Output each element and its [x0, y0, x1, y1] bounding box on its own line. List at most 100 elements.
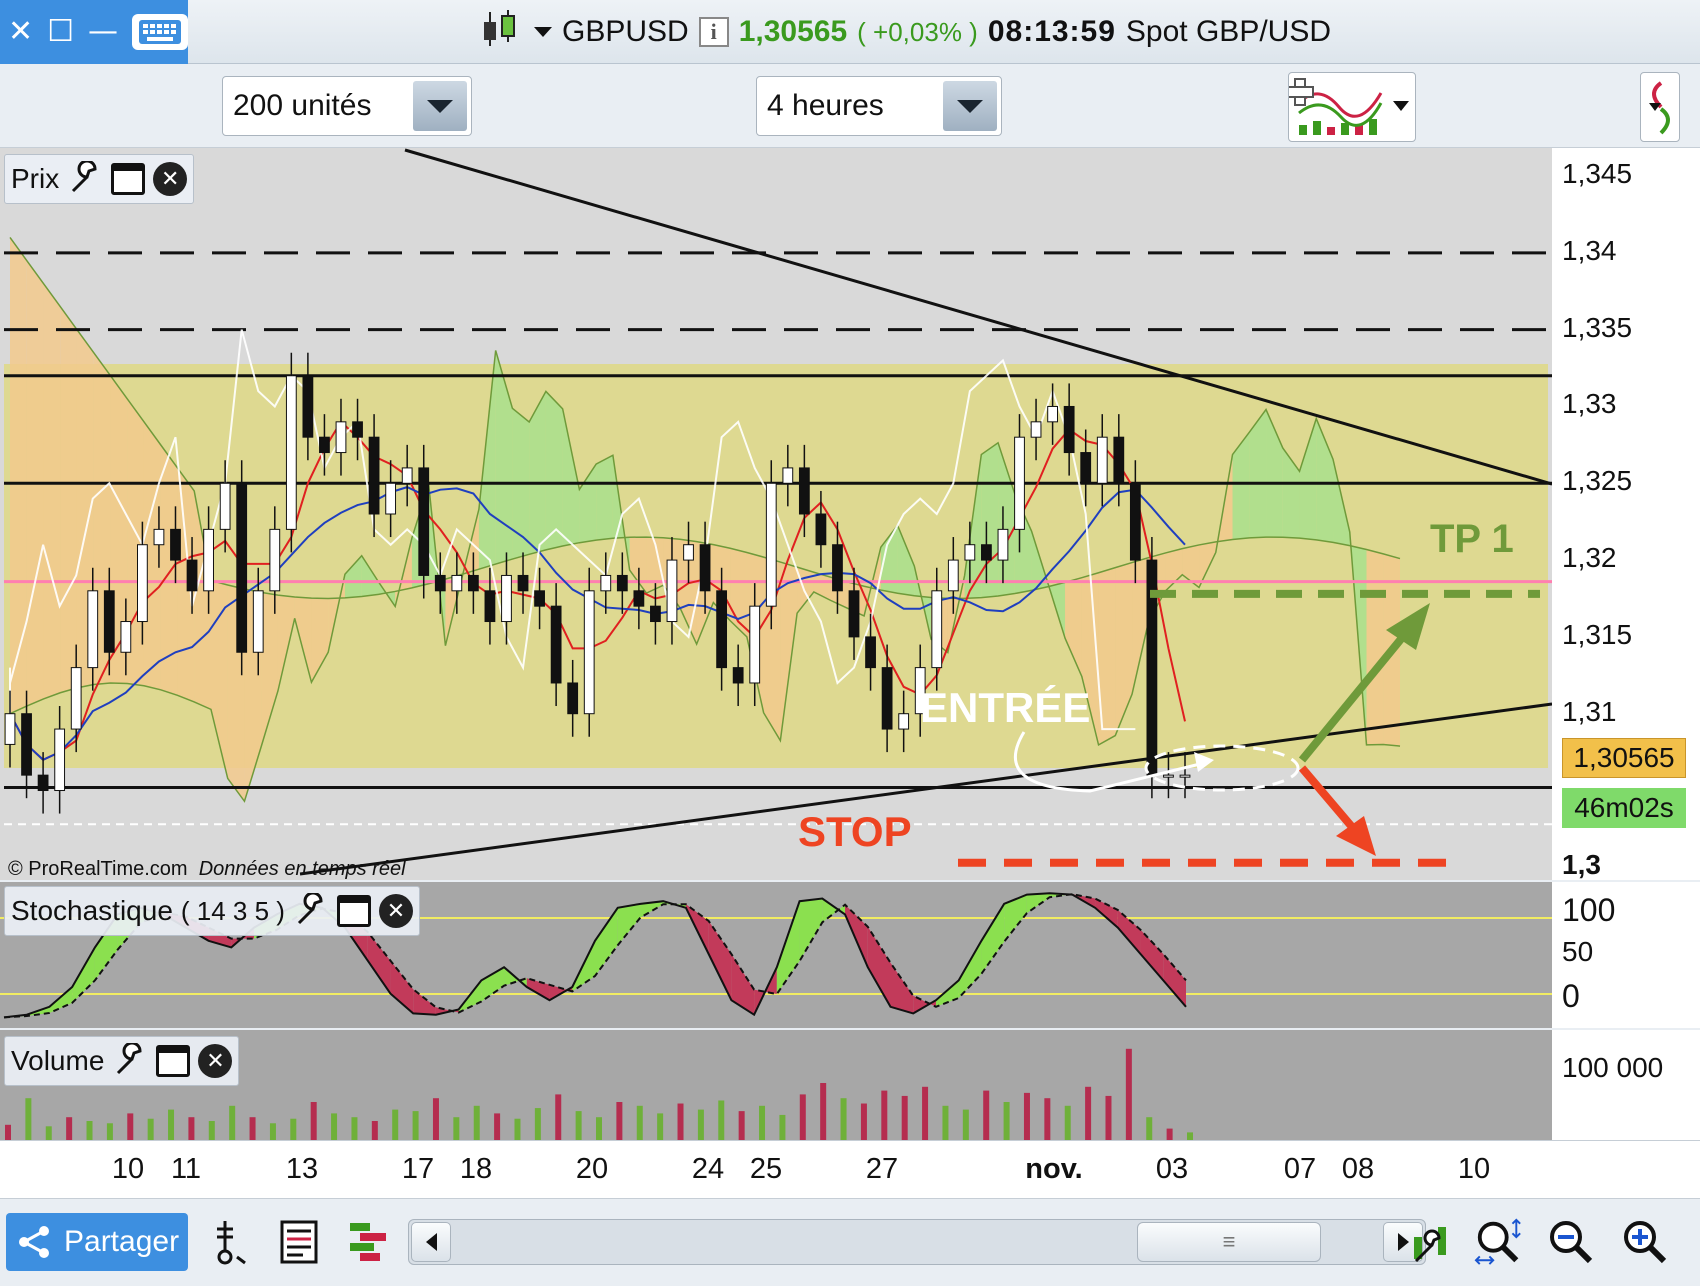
wrench-icon[interactable] [293, 893, 329, 929]
stochastic-title: Stochastique [11, 895, 173, 926]
volume-axis: 100 000 [1552, 1030, 1700, 1140]
symbol-name[interactable]: GBPUSD [562, 15, 689, 49]
date-tick: 07 [1283, 1153, 1317, 1185]
maximize-window-icon[interactable]: ☐ [47, 17, 74, 47]
scroll-thumb[interactable]: ≡ [1137, 1222, 1321, 1262]
close-icon[interactable]: ✕ [378, 894, 413, 928]
volume-bar [779, 1114, 786, 1140]
volume-bar [677, 1103, 684, 1140]
volume-bar [351, 1117, 358, 1140]
volume-bar [1003, 1102, 1010, 1140]
date-tick: 27 [865, 1153, 899, 1185]
volume-bar [5, 1124, 11, 1140]
volume-bar [840, 1098, 847, 1140]
volume-bar [208, 1121, 215, 1140]
close-icon[interactable]: ✕ [153, 162, 188, 196]
candle-body [782, 467, 794, 484]
kumo-segment [43, 283, 61, 699]
candle-body [269, 528, 281, 592]
clock-time: 08:13:59 [987, 15, 1116, 48]
chevron-down-icon[interactable] [413, 81, 467, 131]
candle-body [517, 574, 529, 592]
share-button[interactable]: Partager [6, 1213, 188, 1271]
wrench-icon[interactable] [112, 1043, 148, 1079]
watermark-brand: © ProRealTime.com [8, 858, 188, 880]
candle-body [302, 375, 314, 438]
horizontal-scrollbar[interactable]: ≡ [408, 1219, 1426, 1265]
share-icon [19, 1226, 49, 1258]
close-window-icon[interactable]: ✕ [8, 17, 33, 47]
candle-body [683, 544, 694, 561]
candle-body [285, 375, 297, 530]
minimize-window-icon[interactable]: — [88, 17, 118, 47]
close-icon[interactable]: ✕ [198, 1044, 233, 1078]
window-controls: ✕ ☐ — [0, 0, 188, 64]
stochastic-params: ( 14 3 5 ) [180, 895, 285, 926]
date-axis[interactable]: 10 11 13 17 18 20 24 25 27 nov. 03 07 08 10 [0, 1140, 1552, 1198]
cursor-tool-icon[interactable] [204, 1217, 254, 1267]
wrench-icon[interactable] [67, 161, 103, 197]
candle-body [1163, 774, 1174, 778]
candle-body [21, 713, 32, 776]
volume-bar [799, 1094, 806, 1140]
order-list-icon[interactable] [274, 1217, 324, 1267]
indicator-chart-icon [1286, 78, 1409, 135]
candle-body [1030, 421, 1042, 438]
candle-body [335, 421, 347, 454]
volume-bar [555, 1094, 562, 1140]
candle-body [385, 482, 397, 515]
volume-bar [820, 1083, 827, 1140]
refresh-arrows-icon[interactable] [1640, 72, 1680, 142]
candle-body [898, 713, 910, 730]
info-icon[interactable]: i [698, 17, 729, 47]
window-icon[interactable] [336, 895, 371, 927]
volume-bar [371, 1121, 378, 1140]
candle-body [120, 621, 132, 653]
chart-settings-icon[interactable] [1406, 1217, 1456, 1267]
candle-body [368, 436, 380, 515]
symbol-dropdown-icon[interactable] [534, 27, 552, 37]
scroll-left-icon[interactable] [411, 1222, 451, 1262]
share-label: Partager [64, 1225, 180, 1258]
candle-body [153, 528, 165, 546]
units-select[interactable]: 200 unités [222, 76, 472, 136]
order-book-icon[interactable] [344, 1217, 394, 1267]
volume-bar [759, 1105, 766, 1140]
instrument-header: GBPUSD i 1,30565 ( +0,03% ) 08:13:59 Spo… [480, 10, 1331, 54]
candle-body [534, 590, 545, 607]
candle-body [136, 544, 148, 623]
volume-bar [290, 1118, 297, 1140]
candle-body [633, 590, 645, 607]
stochastic-panel-header: Stochastique ( 14 3 5 ) ✕ [4, 886, 420, 936]
volume-bar [1023, 1092, 1030, 1140]
candlestick-icon[interactable] [480, 8, 524, 56]
volume-bar [229, 1105, 236, 1140]
keyboard-icon[interactable] [132, 14, 188, 50]
candle-body [881, 667, 893, 730]
window-icon[interactable] [156, 1045, 191, 1077]
candle-body [732, 667, 744, 684]
date-tick: 18 [459, 1153, 493, 1185]
add-indicator-button[interactable] [1286, 72, 1416, 142]
watermark: © ProRealTime.com Données en temps réel [8, 858, 406, 881]
price-chart[interactable]: ENTRÉE STOP TP 1 [0, 148, 1552, 880]
zoom-out-icon[interactable] [1546, 1217, 1596, 1267]
timeframe-select[interactable]: 4 heures [756, 76, 1002, 136]
bottom-toolbar: Partager ≡ [0, 1198, 1700, 1286]
volume-bar [616, 1102, 623, 1140]
zoom-in-icon[interactable] [1620, 1217, 1670, 1267]
volume-bar [575, 1111, 582, 1140]
volume-panel-header: Volume ✕ [4, 1036, 240, 1086]
volume-bar [1064, 1105, 1071, 1140]
volume-bar [412, 1111, 419, 1140]
stop-label: STOP [798, 808, 912, 855]
volume-bar [962, 1109, 969, 1140]
price-tick: 1,345 [1562, 158, 1633, 190]
price-tick: 1,33 [1562, 388, 1617, 420]
candle-body [70, 667, 82, 730]
volume-bar [45, 1126, 52, 1140]
auto-zoom-icon[interactable] [1474, 1217, 1524, 1267]
window-icon[interactable] [111, 163, 146, 195]
chevron-down-icon[interactable] [943, 81, 997, 131]
kumo-segment [596, 455, 613, 541]
